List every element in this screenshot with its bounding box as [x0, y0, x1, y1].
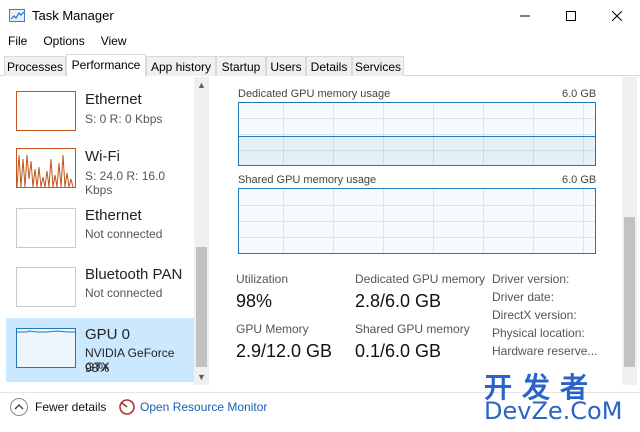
tab-app-history[interactable]: App history [146, 56, 216, 76]
resource-usage: 98% [85, 361, 110, 375]
resource-list: Ethernet S: 0 R: 0 Kbps Wi-Fi S: 24.0 R:… [0, 77, 212, 385]
resource-gpu-0[interactable]: GPU 0 NVIDIA GeForce GTX 98% [6, 318, 194, 382]
scroll-up-icon[interactable]: ▲ [194, 77, 209, 93]
dedicated-graph-label: Dedicated GPU memory usage [238, 88, 391, 100]
resource-subtitle: S: 24.0 R: 16.0 Kbps [85, 169, 166, 197]
watermark-english: DevZe.CoM [484, 397, 623, 425]
fewer-details-link[interactable]: Fewer details [35, 400, 106, 414]
resource-list-scrollbar[interactable]: ▲ ▼ [194, 77, 209, 385]
chevron-up-icon[interactable] [10, 398, 28, 416]
driver-version-label: Driver version: [492, 272, 570, 286]
menu-file[interactable]: File [0, 32, 35, 52]
gpu-memory-value: 2.9/12.0 GB [236, 341, 333, 361]
resource-title: Ethernet [85, 207, 142, 224]
shared-memory-value: 0.1/6.0 GB [355, 341, 442, 361]
resource-title: GPU 0 [85, 326, 131, 343]
scroll-thumb[interactable] [196, 247, 207, 367]
resource-ethernet-2[interactable]: Ethernet Not connected [6, 199, 194, 257]
resource-title: Bluetooth PAN [85, 266, 183, 283]
bluetooth-thumbnail [16, 267, 76, 307]
tab-services[interactable]: Services [352, 56, 404, 76]
directx-version-label: DirectX version: [492, 308, 577, 322]
resource-bluetooth-pan[interactable]: Bluetooth PAN Not connected [6, 258, 194, 316]
resource-subtitle: S: 0 R: 0 Kbps [85, 112, 163, 126]
ethernet-thumbnail [16, 91, 76, 131]
hardware-reserved-label: Hardware reserve... [492, 344, 598, 358]
resource-title: Wi-Fi [85, 148, 120, 165]
resource-monitor-icon [118, 398, 136, 416]
window-title: Task Manager [32, 8, 114, 23]
shared-memory-graph [238, 188, 596, 254]
menu-view[interactable]: View [93, 32, 135, 52]
task-manager-icon [9, 9, 25, 22]
dedicated-memory-label: Dedicated GPU memory [355, 272, 486, 286]
shared-graph-label: Shared GPU memory usage [238, 174, 377, 186]
resource-subtitle: Not connected [85, 227, 163, 241]
resource-wifi[interactable]: Wi-Fi S: 24.0 R: 16.0 Kbps [6, 140, 194, 198]
maximize-button[interactable] [548, 0, 594, 32]
close-button[interactable] [594, 0, 640, 32]
driver-date-label: Driver date: [492, 290, 555, 304]
utilization-value: 98% [236, 291, 273, 311]
utilization-label: Utilization [236, 272, 289, 286]
physical-location-label: Physical location: [492, 326, 585, 340]
title-bar: Task Manager [0, 0, 640, 32]
shared-graph-max: 6.0 GB [562, 174, 597, 186]
resource-ethernet-1[interactable]: Ethernet S: 0 R: 0 Kbps [6, 81, 194, 139]
gpu-detail-panel: Dedicated GPU memory usage 6.0 GB Shared… [212, 77, 640, 385]
dedicated-memory-graph [238, 102, 596, 166]
tab-startup[interactable]: Startup [216, 56, 266, 76]
wifi-thumbnail [16, 148, 76, 188]
resource-subtitle: Not connected [85, 286, 163, 300]
dedicated-graph-max: 6.0 GB [562, 88, 597, 100]
detail-scrollbar[interactable] [622, 77, 637, 385]
tab-bar: Processes Performance App history Startu… [0, 54, 640, 77]
gpu-memory-label: GPU Memory [236, 322, 309, 336]
tab-performance[interactable]: Performance [66, 54, 146, 77]
tab-details[interactable]: Details [306, 56, 352, 76]
resource-title: Ethernet [85, 91, 142, 108]
tab-processes[interactable]: Processes [4, 56, 66, 76]
ethernet-thumbnail [16, 208, 76, 248]
gpu-thumbnail [16, 328, 76, 368]
scroll-down-icon[interactable]: ▼ [194, 369, 209, 385]
open-resource-monitor-link[interactable]: Open Resource Monitor [140, 400, 267, 414]
menu-bar: File Options View [0, 32, 640, 52]
tab-users[interactable]: Users [266, 56, 306, 76]
detail-scroll-thumb[interactable] [624, 217, 635, 367]
shared-memory-label: Shared GPU memory [355, 322, 470, 336]
menu-options[interactable]: Options [35, 32, 92, 52]
dedicated-memory-value: 2.8/6.0 GB [355, 291, 442, 311]
minimize-button[interactable] [502, 0, 548, 32]
